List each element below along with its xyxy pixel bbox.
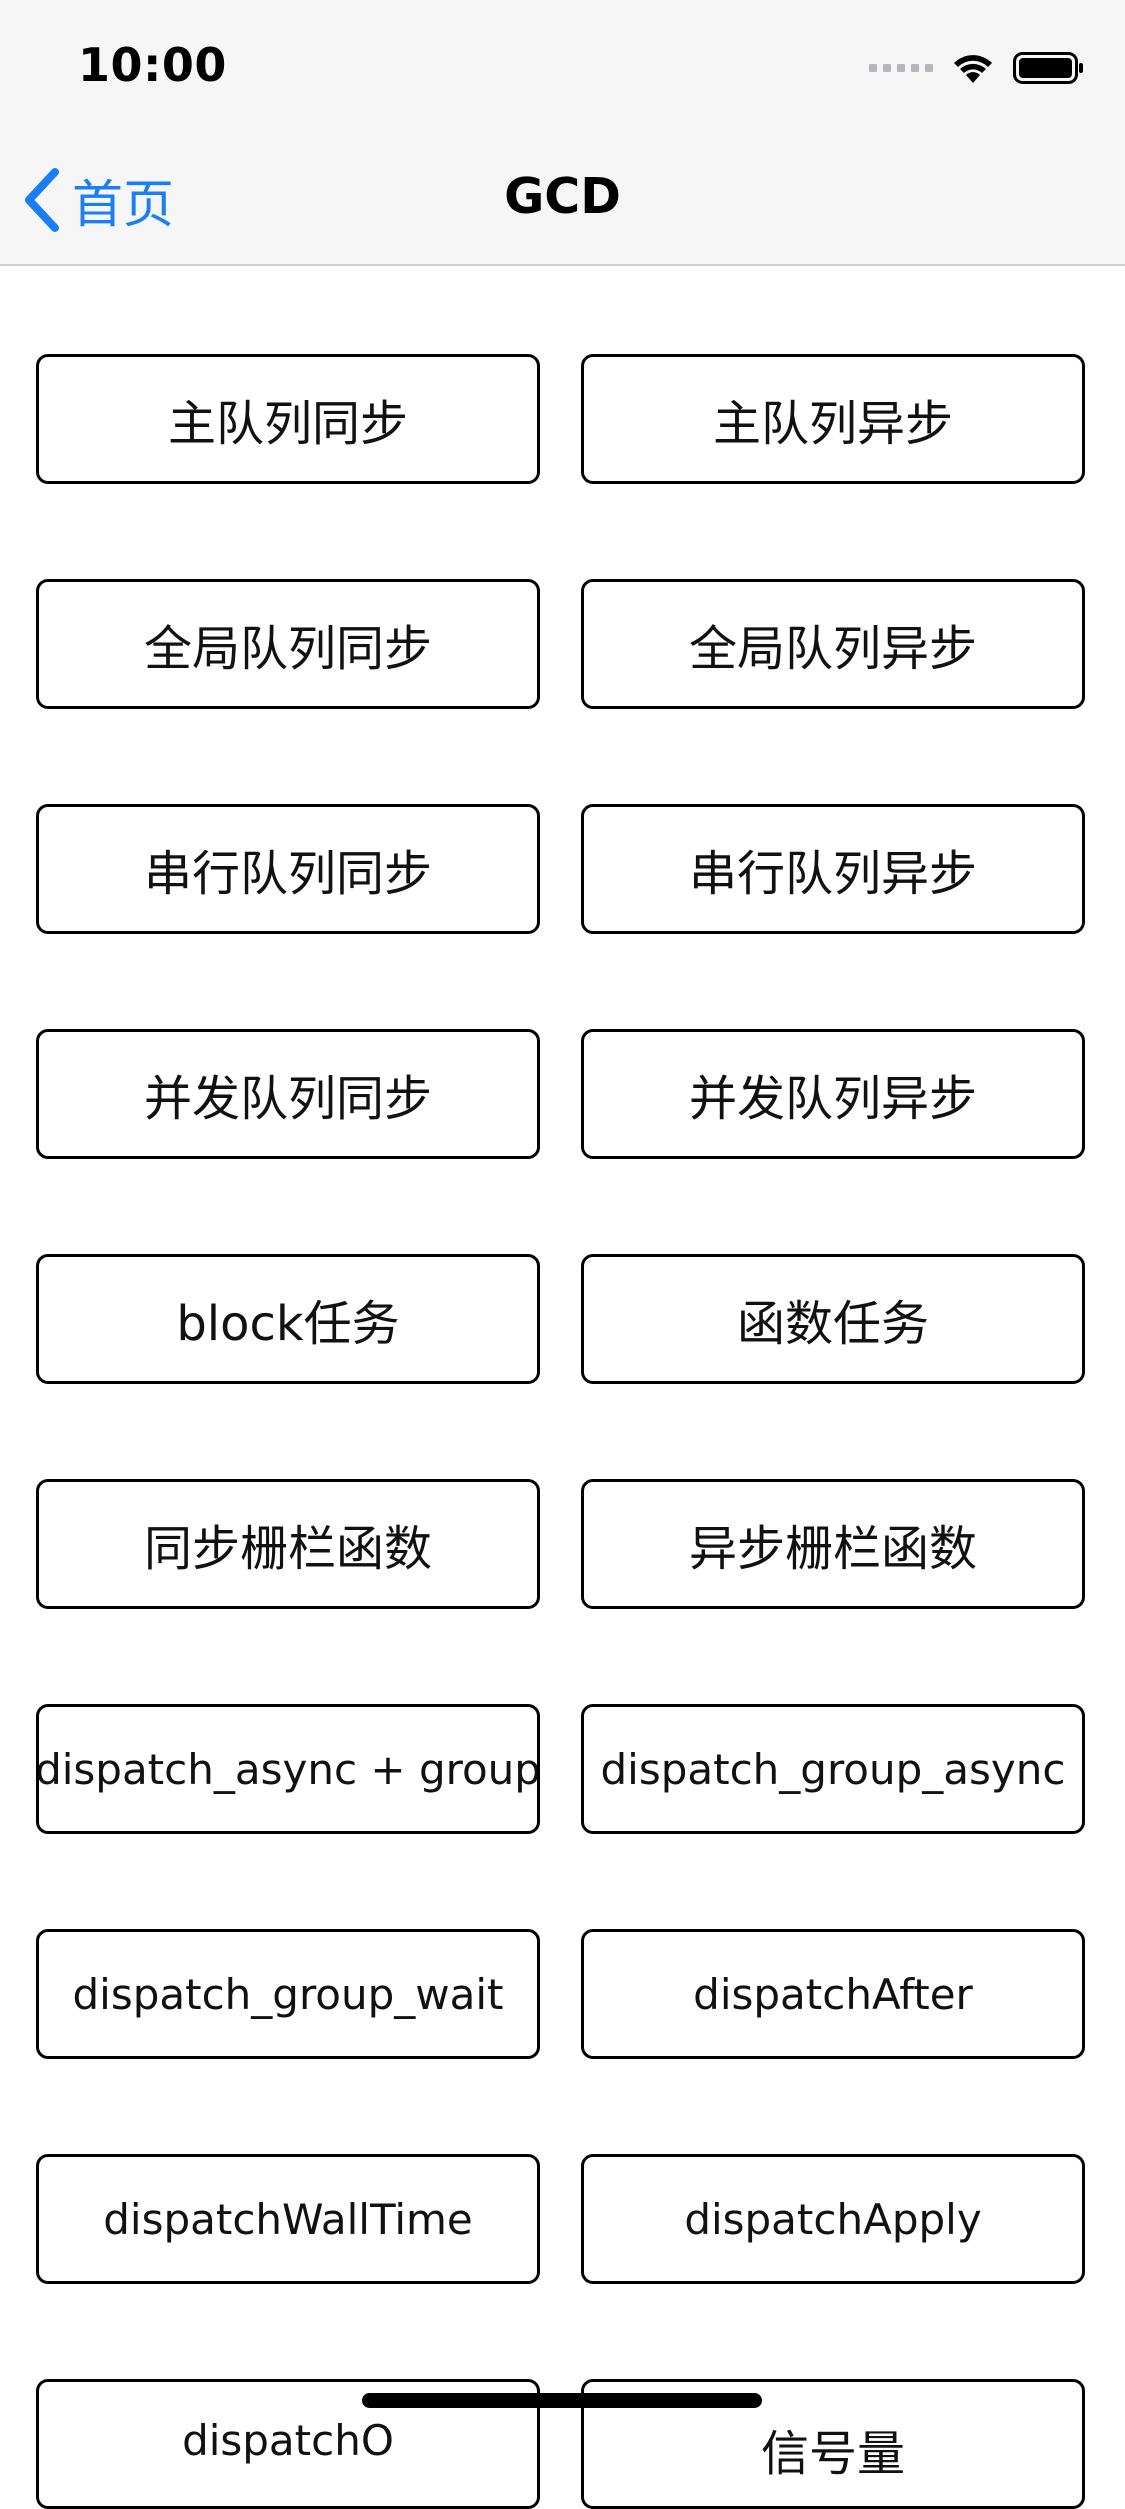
home-indicator[interactable] [362,2393,762,2408]
wifi-icon [954,55,992,83]
status-icons [869,48,1085,88]
main-queue-sync-button[interactable]: 主队列同步 [36,354,540,484]
concurrent-queue-sync-button[interactable]: 并发队列同步 [36,1029,540,1159]
serial-queue-sync-button[interactable]: 串行队列同步 [36,804,540,934]
sync-barrier-button[interactable]: 同步栅栏函数 [36,1479,540,1609]
dispatch-wall-time-button[interactable]: dispatchWallTime [36,2154,540,2284]
signal-dots-icon [869,64,933,72]
navigation-header: 10:00 首页 GCD [0,0,1125,266]
dispatch-group-wait-button[interactable]: dispatch_group_wait [36,1929,540,2059]
battery-icon [1013,52,1083,84]
serial-queue-async-button[interactable]: 串行队列异步 [581,804,1085,934]
async-barrier-button[interactable]: 异步栅栏函数 [581,1479,1085,1609]
dispatch-after-button[interactable]: dispatchAfter [581,1929,1085,2059]
concurrent-queue-async-button[interactable]: 并发队列异步 [581,1029,1085,1159]
main-queue-async-button[interactable]: 主队列异步 [581,354,1085,484]
dispatch-apply-button[interactable]: dispatchApply [581,2154,1085,2284]
block-task-button[interactable]: block任务 [36,1254,540,1384]
global-queue-async-button[interactable]: 全局队列异步 [581,579,1085,709]
page-title: GCD [504,168,621,225]
dispatch-group-async-button[interactable]: dispatch_group_async [581,1704,1085,1834]
function-task-button[interactable]: 函数任务 [581,1254,1085,1384]
status-time: 10:00 [78,38,227,92]
dispatch-async-group-button[interactable]: dispatch_async + group [36,1704,540,1834]
global-queue-sync-button[interactable]: 全局队列同步 [36,579,540,709]
